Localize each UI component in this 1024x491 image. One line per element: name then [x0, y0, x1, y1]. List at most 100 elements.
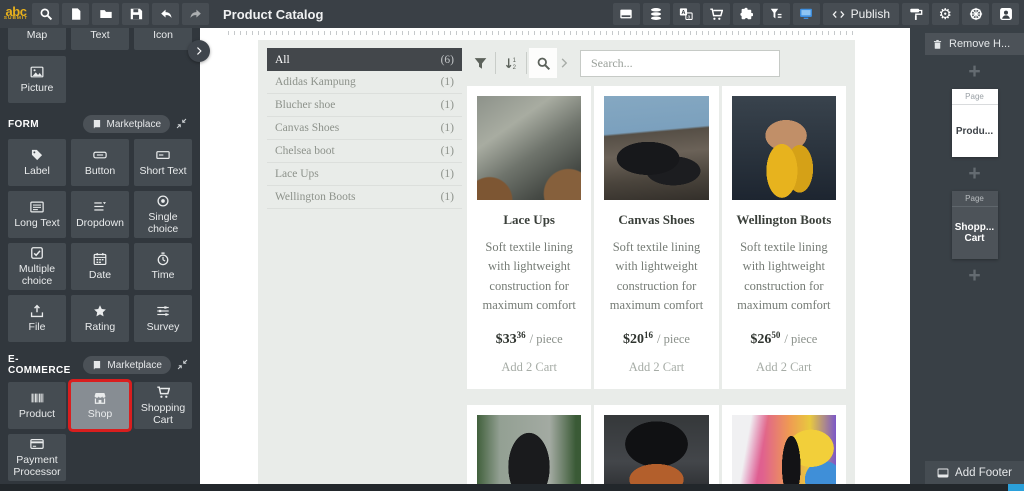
category-count: (1) [440, 122, 454, 134]
time-tile[interactable]: Time [134, 243, 192, 290]
gear-button[interactable]: ⚙ [932, 3, 959, 25]
store-icon [93, 391, 107, 405]
category-item[interactable]: Adidas Kampung (1) [267, 71, 462, 94]
cart-button[interactable] [702, 3, 730, 25]
form-section-header: FORM Marketplace [8, 115, 192, 133]
logic-button[interactable] [762, 3, 790, 25]
store-tile[interactable]: Shop [71, 382, 129, 429]
dropdown-tile[interactable]: Dropdown [71, 191, 129, 238]
account-button[interactable] [992, 3, 1019, 25]
save-button[interactable] [122, 3, 149, 25]
plus-icon: + [968, 162, 981, 185]
file-tile[interactable]: File [8, 295, 66, 342]
translate-button[interactable]: Aa [672, 3, 700, 25]
open-folder-button[interactable] [92, 3, 119, 25]
category-name: Adidas Kampung [275, 76, 356, 88]
credit-card-tile[interactable]: Payment Processor [8, 434, 66, 481]
short-text-tile[interactable]: Short Text [134, 139, 192, 186]
category-name: Lace Ups [275, 168, 319, 180]
tag-icon [30, 148, 44, 162]
add-page-button[interactable]: + [968, 61, 980, 83]
search-toggle-button[interactable] [529, 48, 557, 78]
shop-widget[interactable]: All (6) Adidas Kampung (1) Blucher shoe … [258, 40, 855, 484]
single-choice-tile[interactable]: Single choice [134, 191, 192, 238]
product-card: Blucher shoe Soft textile lining with li… [594, 404, 719, 484]
ecommerce-section-header: E-COMMERCE Marketplace [8, 354, 192, 376]
abcsubmit-logo[interactable]: abc SUBMIT [0, 0, 32, 28]
product-name: Wellington Boots [736, 212, 832, 227]
database-button[interactable] [642, 3, 670, 25]
redo-icon [189, 7, 203, 21]
add-page-button[interactable]: + [968, 163, 980, 185]
multiple-choice-tile[interactable]: Multiple choice [8, 243, 66, 290]
collapse-form-section-button[interactable] [176, 116, 192, 132]
product-image [731, 96, 836, 200]
shop-search-input[interactable] [580, 49, 780, 77]
bottom-edge [0, 484, 1024, 491]
paint-roller-button[interactable] [902, 3, 929, 25]
plugin-icon [739, 7, 754, 21]
credit-card-icon [30, 437, 44, 451]
remove-header-label: Remove H... [949, 38, 1011, 50]
page-title: Produ... [955, 125, 994, 137]
add-footer-button[interactable]: Add Footer [925, 461, 1024, 484]
category-item[interactable]: Canvas Shoes (1) [267, 117, 462, 140]
magnifier-icon [536, 56, 551, 71]
category-count: (1) [440, 191, 454, 203]
publish-button[interactable]: Publish [822, 3, 899, 25]
tag-tile[interactable]: Label [8, 139, 66, 186]
category-item[interactable]: Chelsea boot (1) [267, 140, 462, 163]
category-item[interactable]: All (6) [267, 48, 462, 71]
svg-text:1: 1 [512, 58, 516, 64]
cart2-tile[interactable]: Shopping Cart [134, 382, 192, 429]
add-to-cart-button[interactable]: Add 2 Cart [629, 360, 685, 375]
barcode-tile[interactable]: Product [8, 382, 66, 429]
widget-tile[interactable]: Text [71, 28, 129, 50]
marketplace-button[interactable]: Marketplace [83, 356, 171, 374]
category-item[interactable]: Wellington Boots (1) [267, 186, 462, 209]
page-thumbnail[interactable]: Page Shopp... Cart [951, 191, 998, 259]
button-tile[interactable]: Button [71, 139, 129, 186]
chevron-right-icon [194, 46, 204, 56]
add-to-cart-button[interactable]: Add 2 Cart [756, 360, 812, 375]
category-item[interactable]: Lace Ups (1) [267, 163, 462, 186]
redo-button[interactable] [182, 3, 209, 25]
marketplace-button[interactable]: Marketplace [82, 115, 170, 133]
product-price: $2016/ piece [623, 329, 690, 347]
product-description: Soft textile lining with lightweight con… [482, 240, 576, 313]
long-text-tile[interactable]: Long Text [8, 191, 66, 238]
shop-toolbar: 12 [467, 48, 846, 78]
short-text-icon [156, 148, 170, 162]
product-image [477, 414, 582, 484]
add-page-button[interactable]: + [968, 265, 980, 287]
remove-header-button[interactable]: Remove H... [925, 33, 1024, 55]
filter-button[interactable] [467, 50, 493, 76]
svg-text:a: a [688, 14, 691, 20]
translate-icon: Aa [679, 7, 693, 21]
widget-tile[interactable]: Map [8, 28, 66, 50]
product-image [604, 414, 709, 484]
page-thumbnail[interactable]: Page Produ... [951, 89, 998, 157]
barcode-icon [30, 391, 44, 405]
pages-icon [619, 7, 633, 21]
rating-tile[interactable]: Rating [71, 295, 129, 342]
helm-button[interactable] [962, 3, 989, 25]
expand-panel-button[interactable] [188, 40, 210, 62]
new-file-button[interactable] [62, 3, 89, 25]
collapse-ecommerce-section-button[interactable] [177, 357, 192, 373]
add-to-cart-button[interactable]: Add 2 Cart [501, 360, 557, 375]
plugin-button[interactable] [732, 3, 760, 25]
picture-tile[interactable]: Picture [8, 56, 66, 103]
date-tile[interactable]: Date [71, 243, 129, 290]
sort-button[interactable]: 12 [498, 50, 524, 76]
product-card: Canvas Shoes Soft textile lining with li… [594, 86, 719, 389]
search-button[interactable] [32, 3, 59, 25]
funnel-icon [473, 56, 488, 71]
widget-tile[interactable]: Icon [134, 28, 192, 50]
category-item[interactable]: Blucher shoe (1) [267, 94, 462, 117]
survey-tile[interactable]: Survey [134, 295, 192, 342]
pages-button[interactable] [612, 3, 640, 25]
monitor-button[interactable] [792, 3, 820, 25]
undo-button[interactable] [152, 3, 179, 25]
widgets-sidebar: Map Text Icon Picture FORM Marketplace L… [0, 28, 200, 484]
